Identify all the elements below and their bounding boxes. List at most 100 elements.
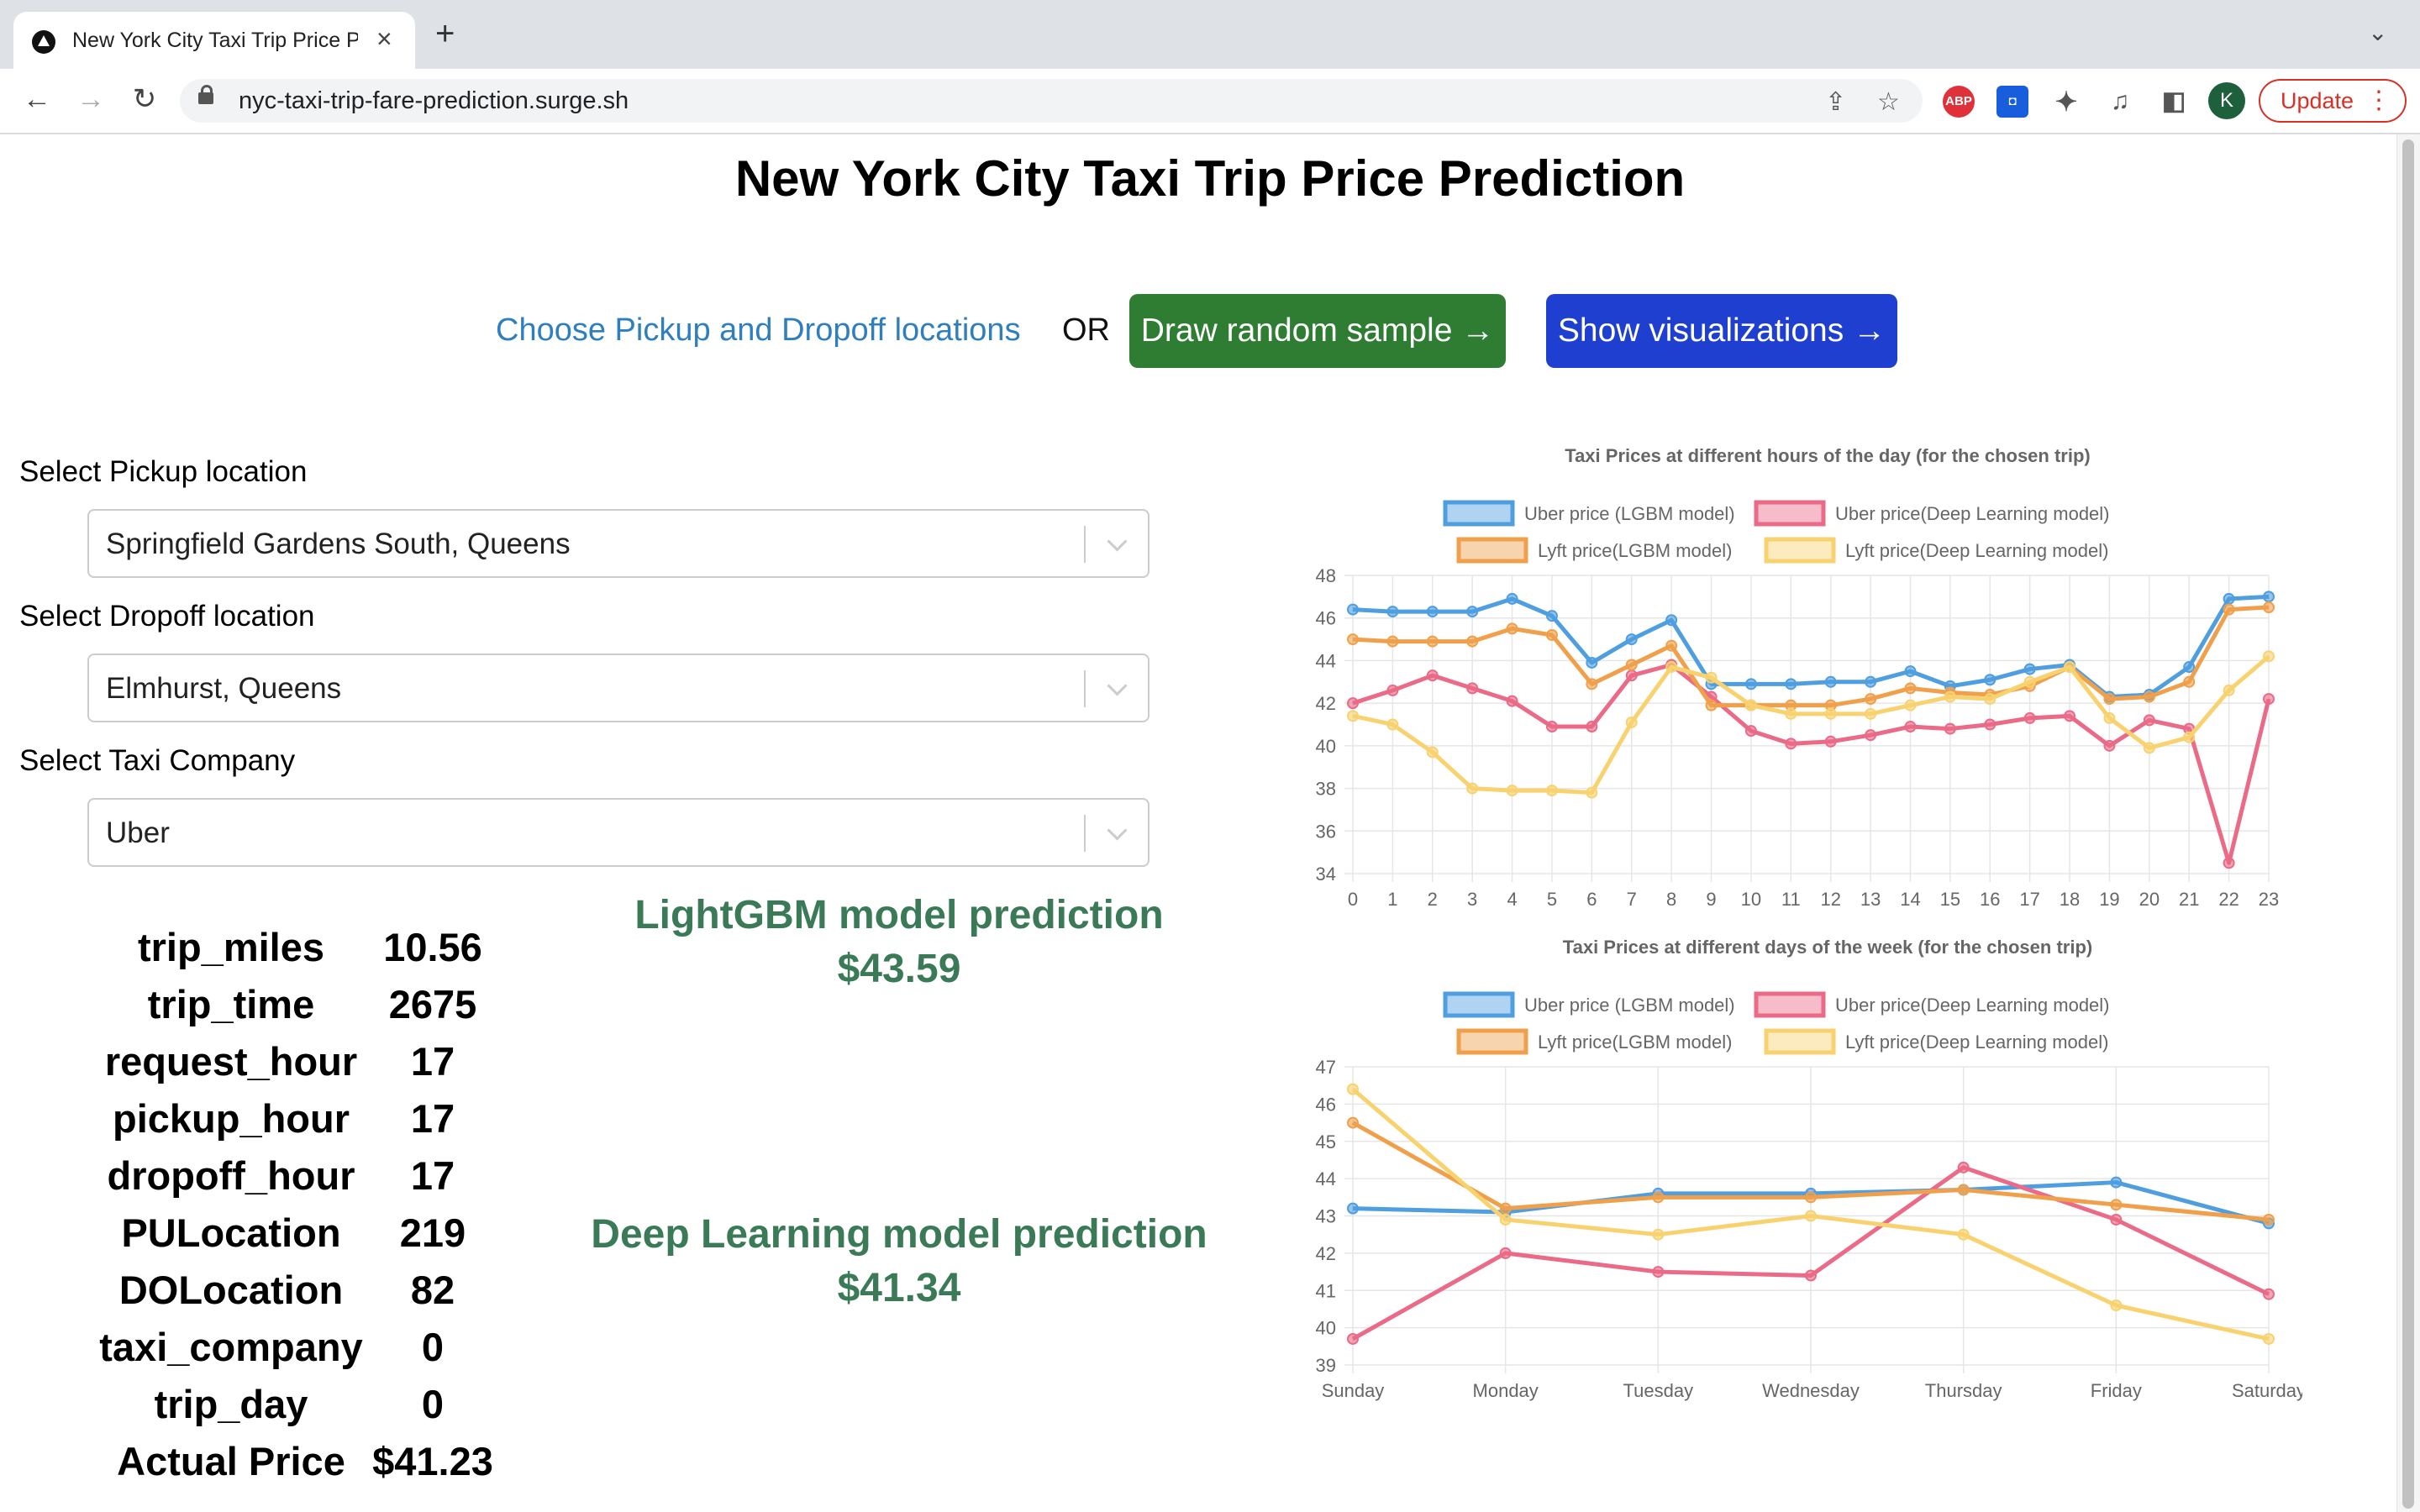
data-point: [2263, 1332, 2275, 1345]
scrollbar[interactable]: [2396, 134, 2420, 1512]
data-point: [2183, 731, 2196, 743]
stat-value: 219: [399, 1210, 466, 1255]
extensions-icon[interactable]: ✦: [2050, 86, 2082, 118]
pickup-select[interactable]: Springfield Gardens South, Queens: [87, 509, 1150, 578]
data-point: [1824, 675, 1837, 688]
reload-icon[interactable]: ↻: [124, 79, 165, 119]
data-point: [1386, 635, 1399, 648]
address-bar[interactable]: nyc-taxi-trip-fare-prediction.surge.sh ⇪…: [180, 79, 1923, 123]
adblock-icon[interactable]: ABP: [1943, 86, 1975, 118]
stat-key: trip_miles: [137, 925, 325, 969]
y-tick-label: 45: [1316, 1131, 1336, 1152]
data-point: [1984, 693, 1996, 706]
new-tab-icon[interactable]: +: [435, 17, 455, 50]
media-icon[interactable]: ♫: [2104, 86, 2136, 118]
x-tick-label: Wednesday: [1762, 1380, 1860, 1401]
stat-value: 17: [410, 1096, 455, 1141]
choose-locations-link[interactable]: Choose Pickup and Dropoff locations: [496, 312, 1021, 349]
data-point: [1499, 1247, 1512, 1259]
data-point: [1865, 675, 1877, 688]
forward-icon[interactable]: →: [71, 79, 111, 119]
dl-prediction-value: $41.34: [837, 1266, 961, 1310]
company-label: Select Taxi Company: [19, 744, 296, 777]
data-point: [2110, 1299, 2123, 1311]
star-icon[interactable]: ☆: [1877, 87, 1900, 117]
scroll-thumb[interactable]: [2402, 139, 2414, 1509]
data-point: [1904, 682, 1917, 695]
favicon-icon: [32, 30, 55, 54]
x-tick-label: Saturday: [2232, 1380, 2302, 1401]
chevron-down-icon[interactable]: [1107, 675, 1128, 696]
data-point: [2023, 663, 2036, 675]
data-point: [1824, 707, 1837, 720]
y-tick-label: 44: [1316, 650, 1336, 671]
stat-key: pickup_hour: [112, 1096, 350, 1141]
x-tick-label: 3: [1467, 889, 1477, 910]
x-tick-label: 1: [1387, 889, 1397, 910]
legend-swatch: [1456, 1028, 1528, 1055]
data-point: [1652, 1228, 1665, 1241]
url-text[interactable]: nyc-taxi-trip-fare-prediction.surge.sh: [239, 87, 629, 115]
company-value: Uber: [106, 816, 170, 849]
avatar[interactable]: K: [2208, 82, 2245, 119]
data-point: [1944, 690, 1956, 703]
chevron-down-icon[interactable]: ⌄: [2368, 18, 2387, 46]
draw-random-sample-button[interactable]: Draw random sample →: [1129, 294, 1506, 368]
data-point: [1347, 710, 1359, 722]
data-point: [2103, 711, 2116, 724]
data-point: [2263, 1213, 2275, 1226]
data-point: [1665, 639, 1678, 652]
data-point: [1904, 721, 1917, 733]
stat-value: 10.56: [383, 925, 482, 969]
data-point: [1805, 1269, 1817, 1282]
x-tick-label: 8: [1666, 889, 1676, 910]
stat-value: 0: [421, 1325, 445, 1369]
data-point: [1347, 1083, 1359, 1095]
dropoff-select[interactable]: Elmhurst, Queens: [87, 654, 1150, 722]
chart-title: Taxi Prices at different days of the wee…: [1563, 937, 2092, 958]
data-point: [1625, 716, 1638, 728]
update-button[interactable]: Update ⋮: [2259, 79, 2407, 123]
data-point: [1499, 1213, 1512, 1226]
data-point: [1586, 721, 1598, 733]
data-point: [1865, 729, 1877, 742]
data-point: [2103, 693, 2116, 706]
pickup-value: Springfield Gardens South, Queens: [106, 528, 571, 560]
y-tick-label: 43: [1316, 1206, 1336, 1227]
data-point: [1506, 695, 1518, 707]
data-point: [1957, 1228, 1970, 1241]
legend-label: Uber price(Deep Learning model): [1835, 503, 2110, 524]
x-tick-label: 2: [1428, 889, 1438, 910]
x-tick-label: 17: [2019, 889, 2039, 910]
select-separator: [1084, 815, 1086, 852]
data-point: [2110, 1199, 2123, 1211]
stat-value: $41.23: [372, 1439, 493, 1483]
legend-swatch: [1764, 1028, 1836, 1055]
side-panel-icon[interactable]: ◧: [2158, 86, 2190, 118]
chevron-down-icon[interactable]: [1107, 820, 1128, 841]
back-icon[interactable]: ←: [17, 79, 57, 119]
data-point: [1586, 656, 1598, 669]
data-point: [1466, 682, 1479, 695]
data-point: [2263, 1288, 2275, 1300]
legend-label: Lyft price(Deep Learning model): [1845, 540, 2108, 561]
share-icon[interactable]: ⇪: [1825, 87, 1846, 117]
x-tick-label: 5: [1547, 889, 1557, 910]
bitwarden-icon[interactable]: ◘: [1996, 86, 2028, 118]
menu-icon: ⋮: [2366, 87, 2391, 114]
show-visualizations-button[interactable]: Show visualizations →: [1546, 294, 1897, 368]
data-point: [1347, 1116, 1359, 1129]
browser-tab[interactable]: New York City Taxi Trip Price Prediction…: [13, 12, 415, 69]
data-point: [2223, 603, 2235, 616]
data-point: [1957, 1184, 1970, 1196]
close-tab-icon[interactable]: ×: [376, 24, 392, 54]
y-tick-label: 46: [1316, 1094, 1336, 1115]
stat-key: dropoff_hour: [107, 1153, 355, 1198]
data-point: [2023, 711, 2036, 724]
y-tick-label: 47: [1316, 1057, 1336, 1078]
company-select[interactable]: Uber: [87, 798, 1150, 867]
weekly-price-chart: Taxi Prices at different days of the wee…: [1294, 928, 2307, 1420]
y-tick-label: 40: [1316, 1318, 1336, 1339]
chevron-down-icon[interactable]: [1107, 531, 1128, 552]
stat-key: DOLocation: [118, 1268, 344, 1312]
